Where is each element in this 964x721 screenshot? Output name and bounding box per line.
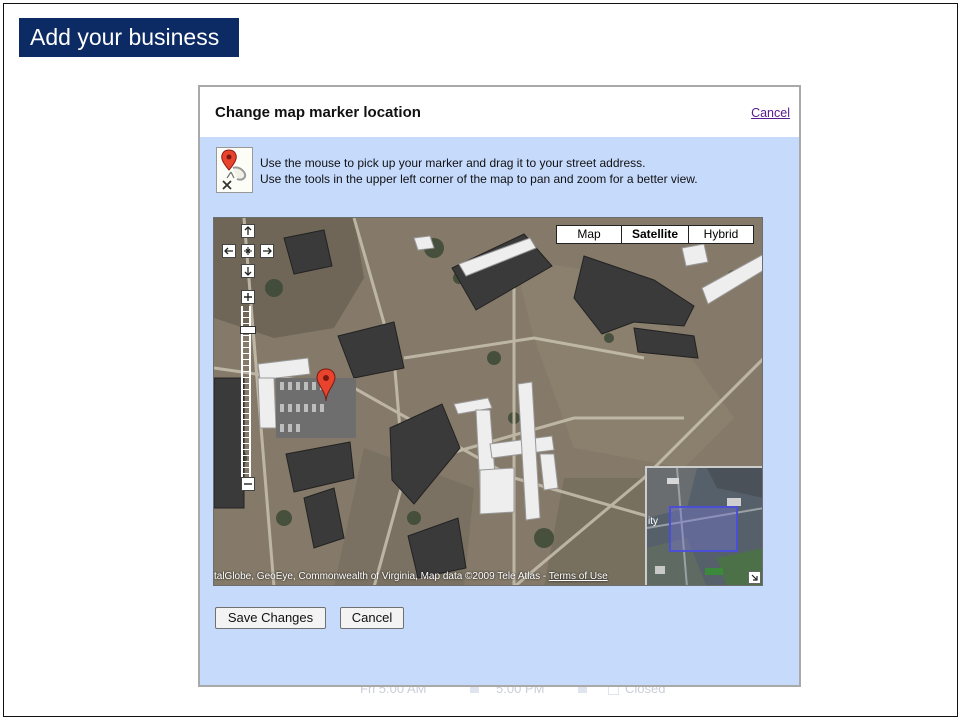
pan-up-icon[interactable] [241, 224, 255, 238]
pan-right-icon[interactable] [260, 244, 274, 258]
instruction-line: Use the tools in the upper left corner o… [260, 172, 698, 186]
satellite-map[interactable]: Map Satellite Hybrid talGlobe, GeoEye, C… [213, 217, 763, 586]
pan-down-icon[interactable] [241, 264, 255, 278]
dialog-title: Change map marker location [215, 104, 421, 121]
overview-viewport[interactable] [669, 506, 738, 552]
cancel-link[interactable]: Cancel [751, 106, 790, 120]
zoom-slider[interactable] [240, 326, 256, 334]
overview-label: ity [648, 516, 658, 527]
terms-of-use-link[interactable]: Terms of Use [549, 571, 608, 582]
overview-map[interactable]: ity [645, 466, 762, 585]
pan-left-icon[interactable] [222, 244, 236, 258]
cancel-button[interactable]: Cancel [340, 607, 404, 629]
change-marker-dialog: Change map marker location Cancel Use th… [198, 85, 801, 687]
map-type-map[interactable]: Map [556, 225, 622, 244]
map-marker-icon[interactable] [316, 368, 336, 407]
map-type-hybrid[interactable]: Hybrid [688, 225, 754, 244]
map-type-satellite[interactable]: Satellite [621, 225, 689, 244]
instructions: Use the mouse to pick up your marker and… [260, 155, 698, 187]
instruction-line: Use the mouse to pick up your marker and… [260, 156, 646, 170]
marker-drag-icon [216, 147, 253, 193]
overview-toggle-icon[interactable] [748, 571, 761, 584]
zoom-in-icon[interactable] [241, 290, 255, 304]
zoom-out-icon[interactable] [241, 477, 255, 491]
pan-center-icon[interactable] [241, 244, 255, 258]
map-copyright: talGlobe, GeoEye, Commonwealth of Virgin… [214, 571, 608, 582]
save-changes-button[interactable]: Save Changes [215, 607, 326, 629]
slide-title: Add your business [19, 18, 239, 57]
dialog-header: Change map marker location Cancel [200, 87, 799, 137]
copyright-text: talGlobe, GeoEye, Commonwealth of Virgin… [214, 571, 549, 582]
